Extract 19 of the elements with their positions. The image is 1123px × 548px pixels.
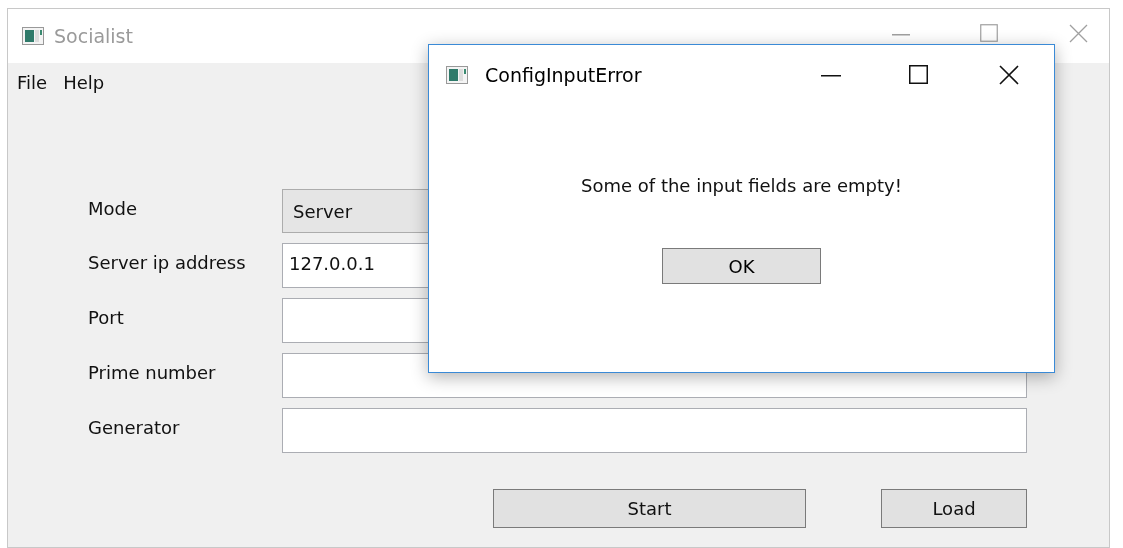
field-label: Prime number — [88, 361, 217, 385]
field-label: Port — [88, 306, 125, 330]
error-message: Some of the input fields are empty! — [581, 174, 902, 198]
dialog-title: ConfigInputError — [485, 62, 642, 88]
close-icon[interactable] — [999, 65, 1019, 85]
minimize-icon[interactable] — [821, 75, 841, 77]
app-icon — [22, 27, 44, 45]
window-title: Socialist — [54, 23, 133, 49]
input-field[interactable] — [282, 408, 1027, 453]
menu-item[interactable]: File — [13, 68, 52, 96]
menu-item[interactable]: Help — [59, 68, 109, 96]
app-icon — [446, 66, 468, 84]
ok-button[interactable]: OK — [662, 248, 821, 284]
field-label: Server ip address — [88, 251, 247, 275]
load-button[interactable]: Load — [881, 489, 1027, 528]
start-button[interactable]: Start — [493, 489, 806, 528]
maximize-icon[interactable] — [909, 65, 928, 84]
field-label: Mode — [88, 197, 139, 221]
field-label: Generator — [88, 416, 181, 440]
